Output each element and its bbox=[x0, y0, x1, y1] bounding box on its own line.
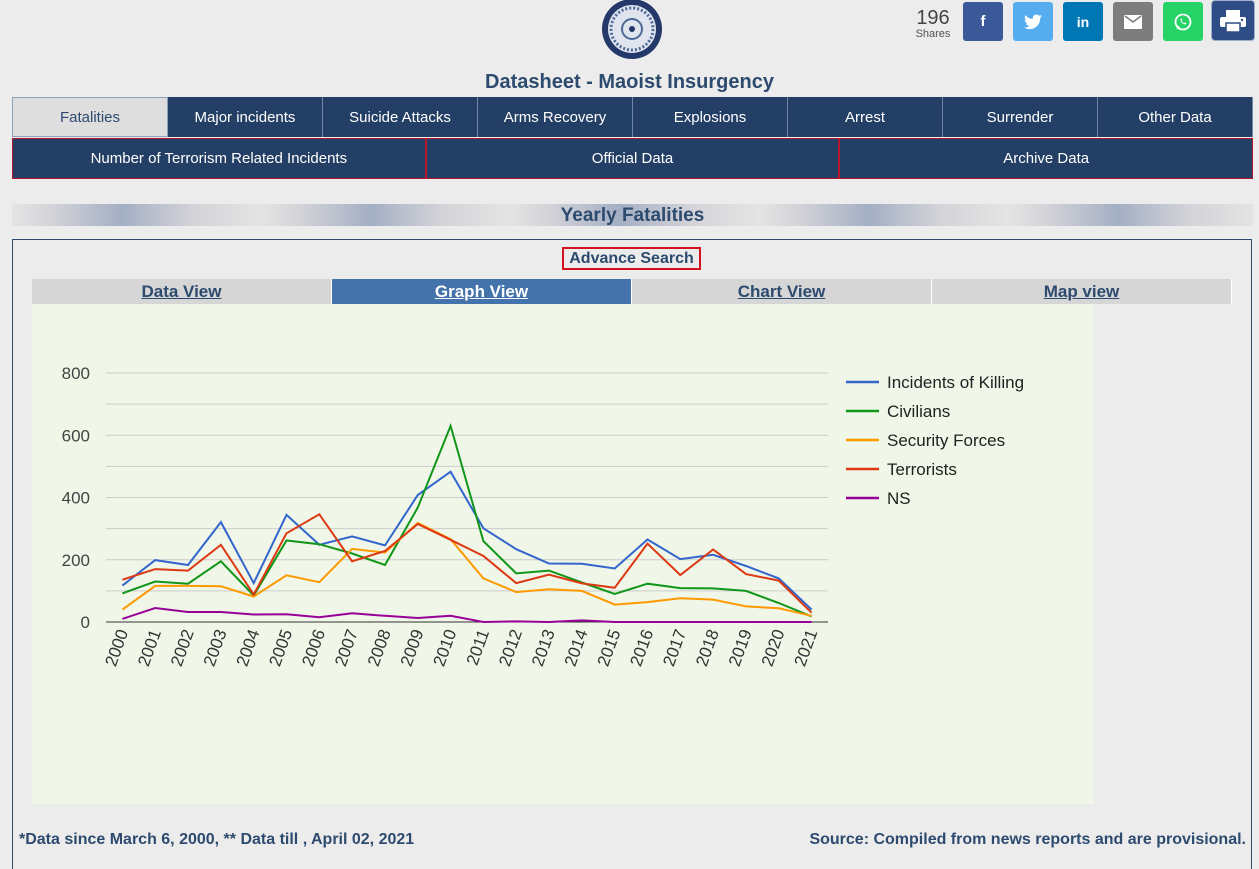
x-tick-label: 2003 bbox=[200, 627, 231, 669]
y-tick-label: 200 bbox=[62, 551, 90, 570]
legend-label: Security Forces bbox=[887, 431, 1005, 450]
series-line bbox=[121, 521, 812, 617]
share-count: 196 Shares bbox=[908, 8, 958, 40]
x-tick-label: 2019 bbox=[725, 627, 756, 669]
printer-icon bbox=[1220, 9, 1246, 33]
y-tick-label: 400 bbox=[62, 489, 90, 508]
sub-nav-tabs: Number of Terrorism Related Incidents Of… bbox=[12, 138, 1254, 179]
x-tick-label: 2011 bbox=[463, 627, 493, 668]
x-tick-label: 2001 bbox=[134, 627, 165, 669]
x-tick-label: 2021 bbox=[791, 627, 822, 669]
email-share-button[interactable] bbox=[1113, 2, 1153, 41]
tab-chart-view[interactable]: Chart View bbox=[632, 279, 932, 304]
x-tick-label: 2007 bbox=[331, 627, 362, 669]
x-tick-label: 2009 bbox=[397, 627, 428, 669]
x-tick-label: 2008 bbox=[364, 627, 395, 669]
twitter-icon bbox=[1024, 14, 1042, 29]
view-tabs: Data View Graph View Chart View Map view bbox=[32, 279, 1232, 304]
x-tick-label: 2020 bbox=[758, 627, 789, 669]
x-tick-label: 2012 bbox=[495, 627, 526, 669]
advance-search-link[interactable]: Advance Search bbox=[562, 247, 701, 270]
tab-archive-data[interactable]: Archive Data bbox=[839, 138, 1254, 179]
whatsapp-share-button[interactable] bbox=[1163, 2, 1203, 41]
legend-label: Incidents of Killing bbox=[887, 373, 1024, 392]
series-line bbox=[122, 606, 812, 624]
x-tick-label: 2010 bbox=[430, 627, 461, 669]
facebook-icon: f bbox=[980, 13, 986, 30]
tab-major-incidents[interactable]: Major incidents bbox=[168, 97, 323, 137]
twitter-share-button[interactable] bbox=[1013, 2, 1053, 41]
chart-area: 0 200 400 600 800 2000 2001 2002 2003 2004 2005 200… bbox=[32, 304, 1094, 804]
x-tick-label: 2006 bbox=[298, 627, 329, 669]
email-icon bbox=[1124, 14, 1142, 29]
tab-arms-recovery[interactable]: Arms Recovery bbox=[478, 97, 633, 137]
tab-data-view[interactable]: Data View bbox=[32, 279, 332, 304]
section-title: Yearly Fatalities bbox=[560, 205, 705, 226]
x-tick-label: 2002 bbox=[167, 627, 198, 669]
facebook-share-button[interactable]: f bbox=[963, 2, 1003, 41]
main-nav-tabs: Fatalities Major incidents Suicide Attac… bbox=[12, 97, 1253, 137]
share-count-label: Shares bbox=[915, 28, 951, 40]
x-tick-label: 2017 bbox=[659, 627, 690, 669]
tab-suicide-attacks[interactable]: Suicide Attacks bbox=[323, 97, 478, 137]
footer-source-note: Source: Compiled from news reports and a… bbox=[809, 831, 1246, 848]
emblem-logo bbox=[602, 0, 662, 59]
tab-fatalities[interactable]: Fatalities bbox=[12, 97, 168, 137]
print-button[interactable] bbox=[1211, 0, 1255, 41]
tab-arrest[interactable]: Arrest bbox=[788, 97, 943, 137]
x-tick-label: 2018 bbox=[692, 627, 723, 669]
tab-other-data[interactable]: Other Data bbox=[1098, 97, 1253, 137]
y-tick-label: 800 bbox=[62, 364, 90, 383]
x-tick-label: 2000 bbox=[101, 627, 132, 669]
tab-terrorism-incidents[interactable]: Number of Terrorism Related Incidents bbox=[12, 138, 426, 179]
legend-label: Terrorists bbox=[887, 460, 957, 479]
x-tick-label: 2016 bbox=[626, 627, 657, 669]
y-tick-label: 0 bbox=[81, 613, 90, 632]
line-chart: 02004006008002000 2001 2002 2003 2004 2005 200… bbox=[62, 364, 1024, 669]
tab-surrender[interactable]: Surrender bbox=[943, 97, 1098, 137]
tab-explosions[interactable]: Explosions bbox=[633, 97, 788, 137]
page-title: Datasheet - Maoist Insurgency bbox=[485, 71, 774, 93]
tab-map-view[interactable]: Map view bbox=[932, 279, 1232, 304]
x-tick-label: 2015 bbox=[594, 627, 625, 669]
tab-graph-view[interactable]: Graph View bbox=[332, 279, 632, 304]
x-tick-label: 2005 bbox=[265, 627, 296, 669]
legend-label: Civilians bbox=[887, 402, 950, 421]
x-tick-label: 2004 bbox=[233, 627, 264, 669]
share-count-number: 196 bbox=[916, 7, 950, 29]
tab-official-data[interactable]: Official Data bbox=[425, 138, 840, 179]
x-tick-label: 2013 bbox=[528, 627, 559, 669]
footer-data-note: *Data since March 6, 2000, ** Data till … bbox=[19, 831, 415, 848]
y-tick-label: 600 bbox=[62, 426, 90, 445]
linkedin-icon: in bbox=[1076, 13, 1090, 30]
whatsapp-icon bbox=[1174, 13, 1192, 30]
linkedin-share-button[interactable]: in bbox=[1063, 2, 1103, 41]
x-tick-label: 2014 bbox=[561, 627, 592, 669]
legend-label: NS bbox=[887, 489, 911, 508]
